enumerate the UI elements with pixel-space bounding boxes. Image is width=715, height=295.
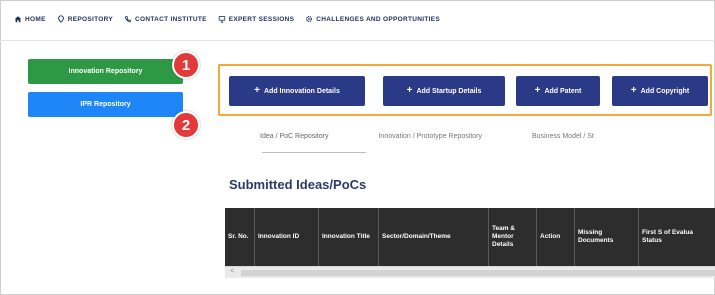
active-tab-underline [262, 152, 366, 153]
location-pin-icon [57, 15, 65, 23]
add-copyright-label: Add Copyright [640, 87, 690, 95]
column-header-action: Action [537, 208, 575, 266]
nav-divider [0, 40, 715, 41]
plus-icon: + [630, 85, 637, 96]
add-innovation-details-label: Add Innovation Details [264, 87, 340, 95]
nav-home-label: HOME [25, 15, 46, 23]
nav-expert-sessions[interactable]: EXPERT SESSIONS [218, 15, 295, 23]
table-horizontal-scrollbar[interactable]: < [225, 266, 715, 278]
column-header-team-mentor-details: Team & Mentor Details [489, 208, 537, 266]
contact-icon [124, 15, 132, 23]
add-innovation-details-button[interactable]: + Add Innovation Details [229, 76, 365, 106]
ideas-table-header: Sr. No. Innovation ID Innovation Title S… [225, 208, 715, 266]
scroll-thumb[interactable] [241, 270, 715, 276]
column-header-first-stage-evaluation-status: First S of Evalua Status [642, 228, 693, 244]
nav-challenges-label: CHALLENGES AND OPPORTUNITIES [316, 15, 441, 23]
add-copyright-button[interactable]: + Add Copyright [612, 76, 708, 106]
add-startup-details-label: Add Startup Details [416, 87, 482, 95]
column-header-innovation-id: Innovation ID [255, 208, 319, 266]
column-header-innovation-title: Innovation Title [319, 208, 379, 266]
column-header-sr-no: Sr. No. [225, 208, 255, 266]
nav-challenges[interactable]: CHALLENGES AND OPPORTUNITIES [305, 15, 440, 23]
nav-repository-label: REPOSITORY [67, 15, 113, 23]
plus-icon: + [254, 85, 260, 96]
tab-innovation-prototype-repository[interactable]: Innovation / Prototype Repository [378, 130, 482, 150]
nav-repository[interactable]: REPOSITORY [57, 15, 113, 23]
nav-contact-label: CONTACT INSTITUTE [134, 15, 207, 23]
plus-icon: + [406, 85, 413, 96]
tab-business-model[interactable]: Business Model / St [532, 130, 594, 150]
plus-icon: + [534, 85, 541, 96]
tab-idea-poc-repository[interactable]: Idea / PoC Repository [260, 130, 328, 150]
action-button-group: + Add Innovation Details + Add Startup D… [218, 64, 712, 116]
ipr-repository-label: IPR Repository [80, 101, 131, 108]
innovation-repository-label: Innovation Repository [68, 68, 143, 75]
column-header-sector-domain-theme: Sector/Domain/Theme [379, 208, 489, 266]
section-title: Submitted Ideas/PoCs [229, 177, 367, 192]
gear-icon [305, 15, 313, 23]
innovation-repository-button[interactable]: Innovation Repository [28, 59, 183, 84]
home-icon [14, 15, 22, 23]
nav-expert-label: EXPERT SESSIONS [228, 15, 295, 23]
add-patent-label: Add Patent [544, 87, 582, 95]
presentation-icon [218, 15, 226, 23]
callout-badge-2: 2 [172, 111, 200, 139]
nav-home[interactable]: HOME [14, 15, 46, 23]
nav-contact-institute[interactable]: CONTACT INSTITUTE [124, 15, 207, 23]
repository-tabs: Idea / PoC Repository Innovation / Proto… [260, 130, 594, 150]
add-startup-details-button[interactable]: + Add Startup Details [383, 76, 505, 106]
ipr-repository-button[interactable]: IPR Repository [28, 92, 183, 117]
column-header-missing-documents: Missing Documents [575, 208, 639, 266]
add-patent-button[interactable]: + Add Patent [516, 76, 600, 106]
top-nav: HOME REPOSITORY CONTACT INSTITUTE EXPERT… [14, 12, 440, 26]
scroll-left-arrow-icon[interactable]: < [230, 268, 234, 275]
callout-badge-1: 1 [172, 51, 200, 79]
